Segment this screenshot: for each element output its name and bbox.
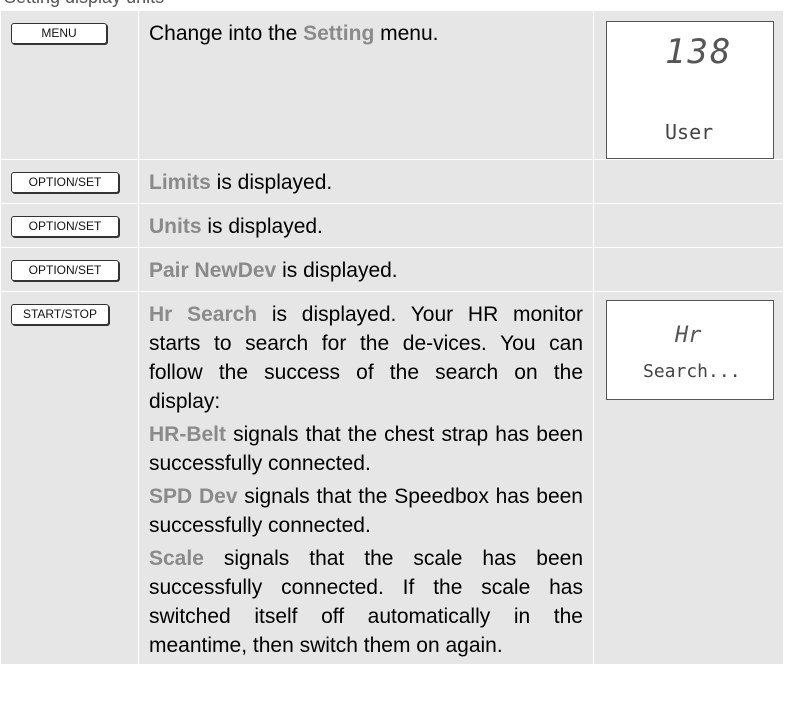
- table-row: OPTION/SET Limits is displayed.: [0, 159, 784, 204]
- button-cell: MENU: [0, 10, 139, 160]
- display-cell: Hr Search...: [593, 291, 784, 665]
- button-cell: OPTION/SET: [0, 247, 139, 292]
- instruction-fragment: signals that the scale has been successf…: [149, 547, 583, 657]
- instruction-cell: Units is displayed.: [138, 203, 594, 248]
- instruction-cell: Change into the Setting menu.: [138, 10, 594, 160]
- steps-table: MENU Change into the Setting menu. 138 U…: [0, 10, 784, 665]
- highlighted-term: Units: [149, 215, 202, 238]
- lcd-number: 138: [665, 32, 733, 72]
- highlighted-term: Pair NewDev: [149, 259, 277, 282]
- instruction-text: Change into the Setting menu.: [139, 11, 593, 52]
- instruction-paragraph: Units is displayed.: [149, 212, 583, 241]
- instruction-cell: Limits is displayed.: [138, 159, 594, 204]
- table-row: START/STOP Hr Search is displayed. Your …: [0, 291, 784, 665]
- display-cell: [593, 203, 784, 248]
- highlighted-term: Setting: [303, 22, 375, 45]
- instruction-cell: Pair NewDev is displayed.: [138, 247, 594, 292]
- manual-page: Setting display units MENU Change into t…: [0, 0, 789, 720]
- highlighted-term: Scale: [149, 547, 204, 570]
- instruction-text: Limits is displayed.: [139, 160, 593, 201]
- lcd-display: Hr Search...: [606, 300, 774, 400]
- lcd-label: User: [665, 120, 714, 144]
- display-cell: 138 User: [593, 10, 784, 160]
- instruction-cell: Hr Search is displayed. Your HR monitor …: [138, 291, 594, 665]
- highlighted-term: Hr Search: [149, 303, 258, 326]
- button-cell: OPTION/SET: [0, 203, 139, 248]
- instruction-fragment: menu.: [374, 22, 439, 45]
- start-stop-button[interactable]: START/STOP: [11, 304, 109, 325]
- button-cell: OPTION/SET: [0, 159, 139, 204]
- table-row: OPTION/SET Pair NewDev is displayed.: [0, 247, 784, 292]
- instruction-paragraph: Hr Search is displayed. Your HR monitor …: [149, 300, 583, 416]
- instruction-text: Hr Search is displayed. Your HR monitor …: [139, 292, 593, 664]
- instruction-fragment: is displayed.: [201, 215, 323, 238]
- instruction-paragraph: Pair NewDev is displayed.: [149, 256, 583, 285]
- display-cell: [593, 159, 784, 204]
- cut-off-heading: Setting display units: [0, 0, 789, 10]
- instruction-paragraph: Change into the Setting menu.: [149, 19, 583, 48]
- table-row: MENU Change into the Setting menu. 138 U…: [0, 10, 784, 160]
- instruction-text: Pair NewDev is displayed.: [139, 248, 593, 289]
- highlighted-term: HR-Belt: [149, 423, 226, 446]
- option-set-button[interactable]: OPTION/SET: [11, 216, 119, 237]
- instruction-paragraph: Scale signals that the scale has been su…: [149, 544, 583, 660]
- option-set-button[interactable]: OPTION/SET: [11, 260, 119, 281]
- instruction-fragment: is displayed.: [276, 259, 398, 282]
- option-set-button[interactable]: OPTION/SET: [11, 172, 119, 193]
- highlighted-term: SPD Dev: [149, 485, 238, 508]
- cut-off-heading-text: Setting display units: [4, 0, 164, 8]
- instruction-text: Units is displayed.: [139, 204, 593, 245]
- lcd-label: Search...: [643, 361, 741, 382]
- instruction-fragment: Change into the: [149, 22, 304, 45]
- menu-button[interactable]: MENU: [11, 23, 107, 44]
- instruction-paragraph: Limits is displayed.: [149, 168, 583, 197]
- lcd-number: Hr: [675, 323, 702, 348]
- button-cell: START/STOP: [0, 291, 139, 665]
- display-cell: [593, 247, 784, 292]
- table-row: OPTION/SET Units is displayed.: [0, 203, 784, 248]
- highlighted-term: Limits: [149, 171, 211, 194]
- instruction-paragraph: HR-Belt signals that the chest strap has…: [149, 420, 583, 478]
- lcd-display: 138 User: [606, 21, 774, 159]
- instruction-fragment: is displayed.: [210, 171, 333, 194]
- instruction-paragraph: SPD Dev signals that the Speedbox has be…: [149, 482, 583, 540]
